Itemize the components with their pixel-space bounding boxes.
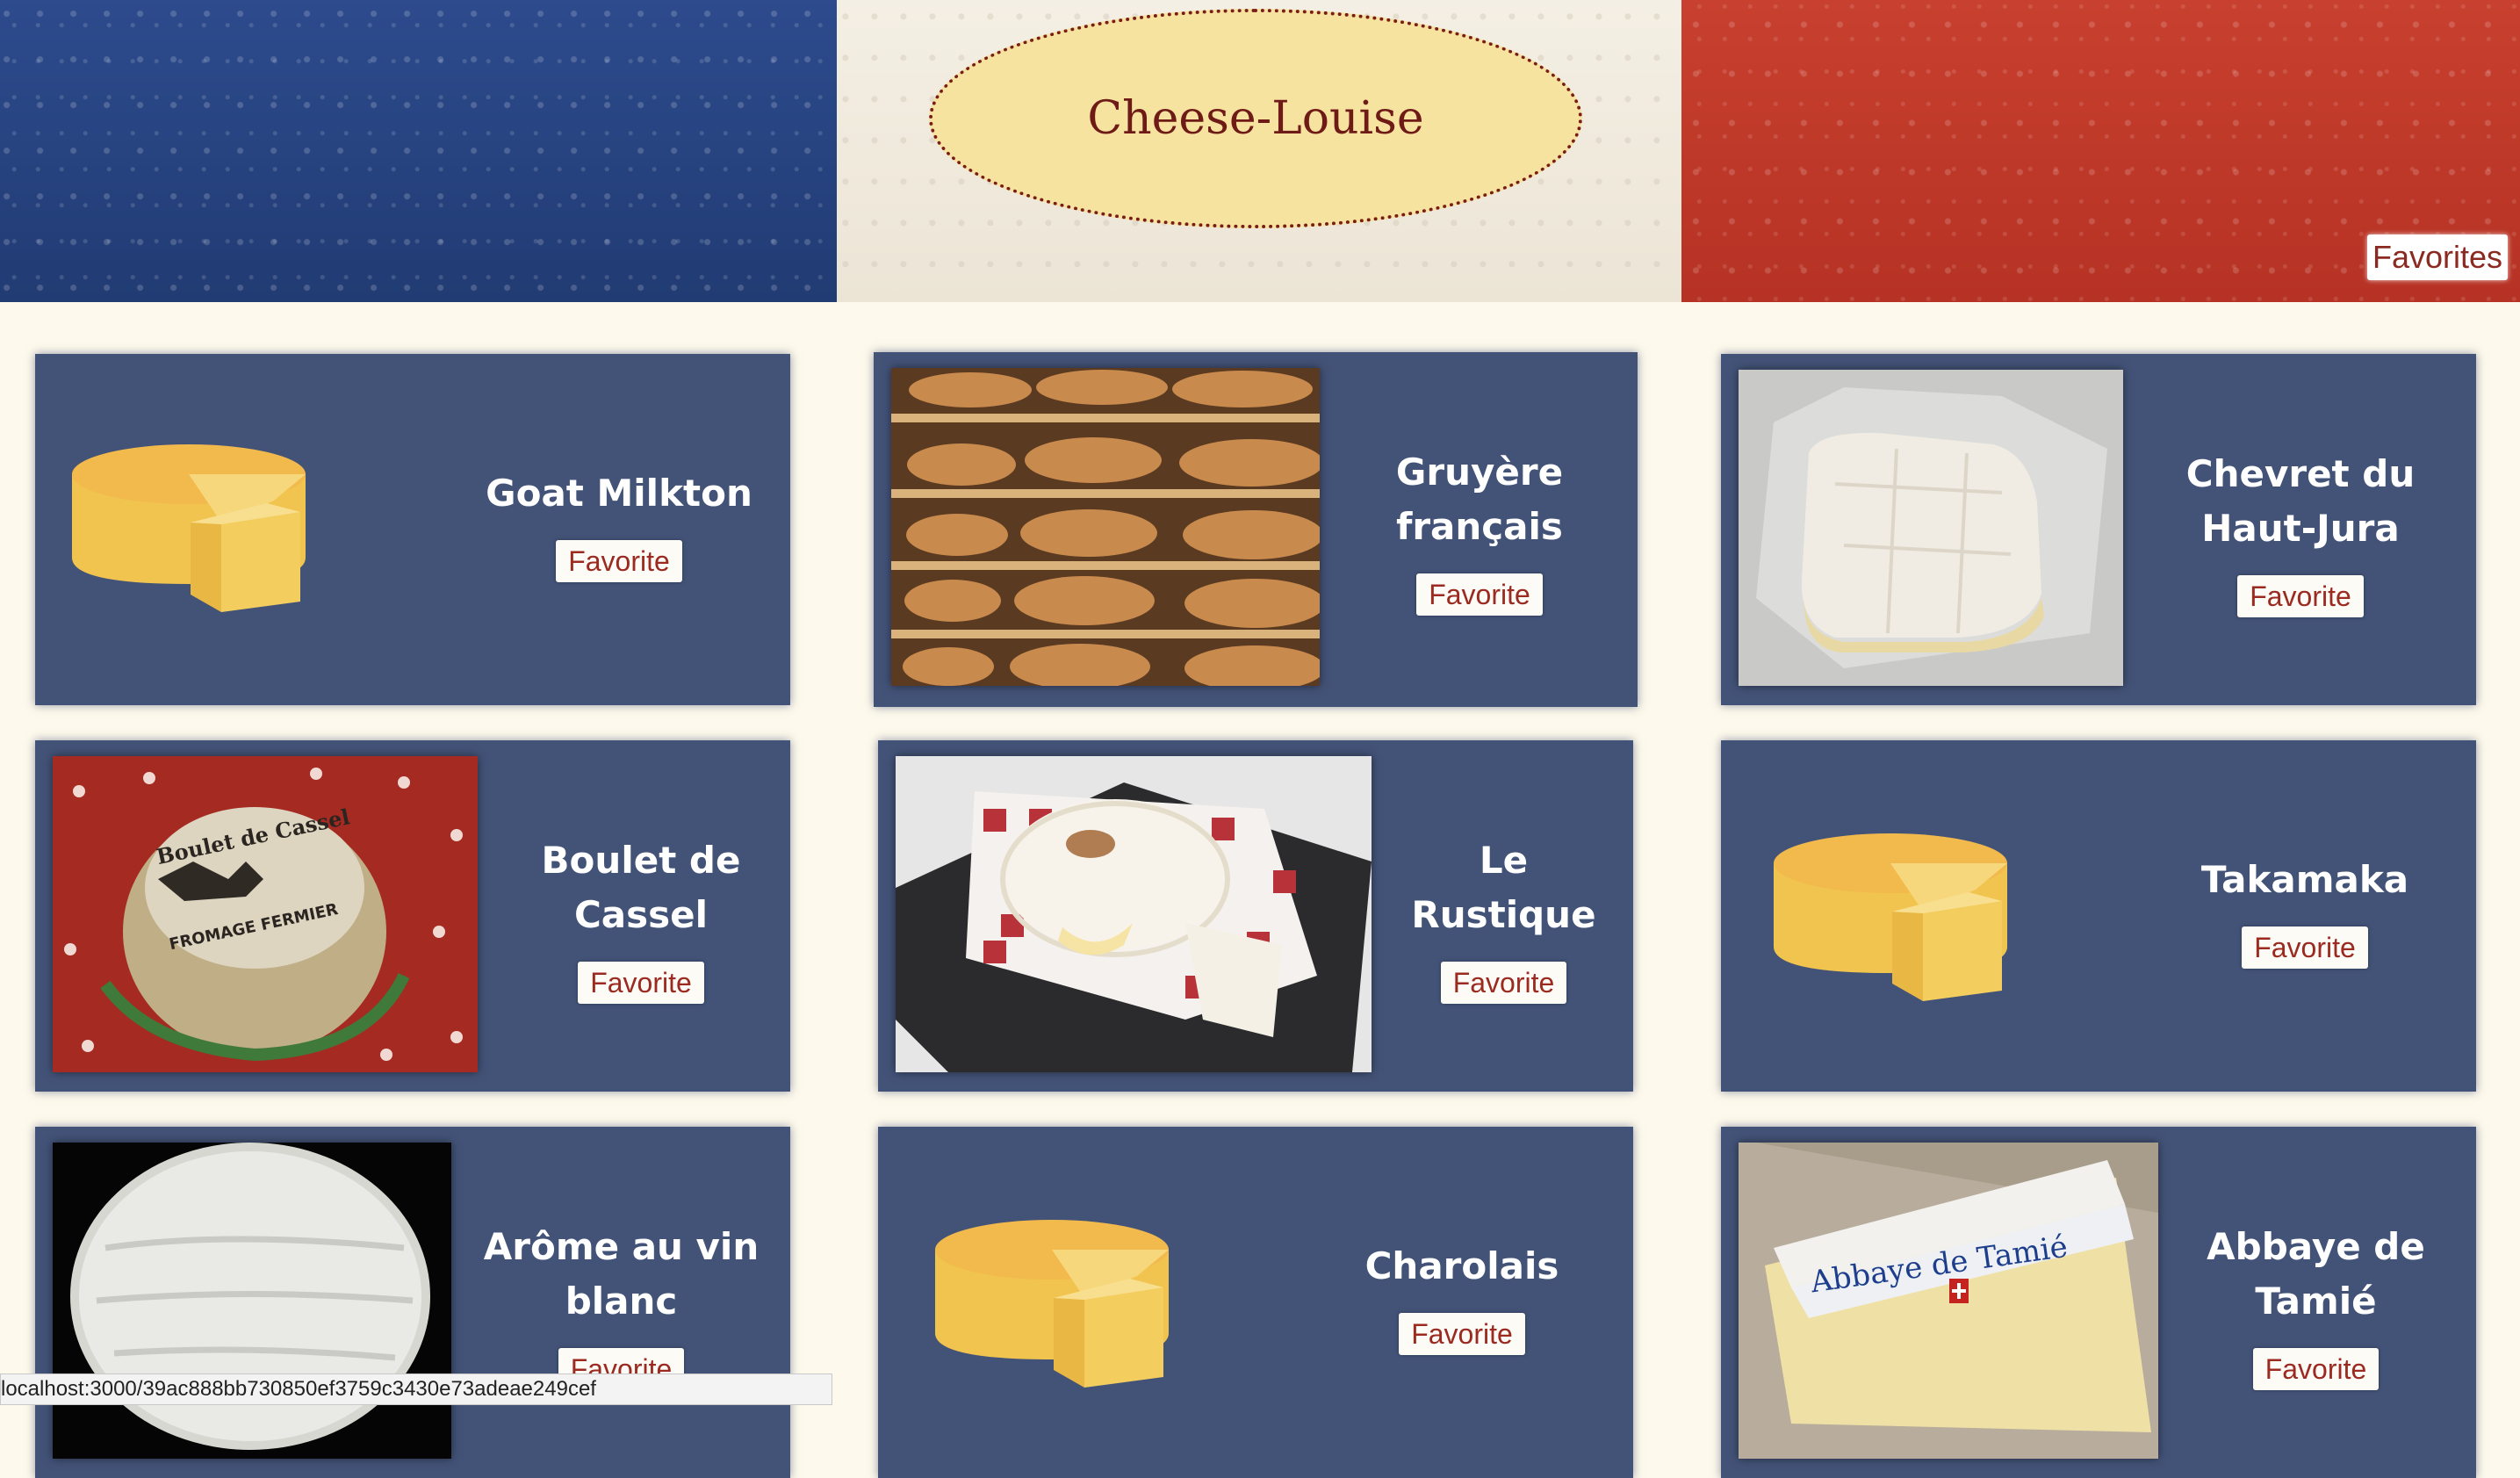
- cheese-card: Gruyère français Favorite: [874, 352, 1638, 707]
- browser-status-bar: localhost:3000/39ac888bb730850ef3759c343…: [0, 1373, 832, 1405]
- favorite-button[interactable]: Favorite: [2237, 575, 2364, 617]
- cheese-name: Rustique: [1411, 893, 1596, 936]
- favorite-button[interactable]: Favorite: [578, 962, 704, 1004]
- cheese-card: Takamaka Favorite: [1721, 740, 2476, 1092]
- chevret-photo: [1739, 370, 2123, 686]
- rustique-photo: [896, 756, 1372, 1072]
- cheese-name: Goat Milkton: [486, 472, 752, 515]
- favorite-button[interactable]: Favorite: [2242, 926, 2368, 969]
- cheese-name: Arôme au vin: [483, 1225, 760, 1268]
- cheese-name: Charolais: [1364, 1244, 1559, 1287]
- boulet-photo: Boulet de Cassel FROMAGE FERMIER: [53, 756, 478, 1072]
- cheese-card: Arôme au vin blanc Favorite: [35, 1127, 790, 1478]
- favorite-button[interactable]: Favorite: [1416, 573, 1543, 616]
- cheese-wheel-icon: [1774, 833, 2007, 1001]
- cheese-name: Gruyère: [1395, 451, 1564, 494]
- cheese-name: Abbaye de: [2207, 1225, 2425, 1268]
- logo-text: Cheese-Louise: [1087, 92, 1424, 145]
- favorite-button[interactable]: Favorite: [2252, 1348, 2380, 1390]
- cheese-card: Charolais Favorite: [878, 1127, 1633, 1478]
- favorite-button[interactable]: Favorite: [556, 540, 682, 582]
- cheese-card: Boulet de Cassel FROMAGE FERMIER Boulet …: [35, 740, 790, 1092]
- flag-stripe-blue: [0, 0, 837, 302]
- cheese-wheel-icon: [935, 1220, 1169, 1388]
- cheese-name: Takamaka: [2200, 858, 2409, 901]
- cheese-name: Tamié: [2255, 1280, 2377, 1323]
- cheese-card: Le Rustique Favorite: [878, 740, 1633, 1092]
- arome-photo: [53, 1143, 451, 1459]
- favorite-button[interactable]: Favorite: [1399, 1313, 1525, 1355]
- cheese-name: Chevret du: [2185, 452, 2416, 495]
- cheese-name: blanc: [565, 1280, 678, 1323]
- cheese-name: Le: [1479, 839, 1529, 882]
- gruyere-photo: [891, 368, 1320, 686]
- cheese-name: Haut-Jura: [2201, 507, 2400, 550]
- favorite-button[interactable]: Favorite: [1440, 962, 1567, 1004]
- cheese-name: Boulet de: [541, 839, 741, 882]
- favorites-nav-link[interactable]: Favorites: [2367, 234, 2509, 280]
- cheese-card: Chevret du Haut-Jura Favorite: [1721, 354, 2476, 705]
- cheese-name: Cassel: [573, 893, 709, 936]
- site-logo[interactable]: Cheese-Louise: [929, 9, 1582, 228]
- cheese-name: français: [1396, 505, 1563, 548]
- abbaye-photo: Abbaye de Tamié: [1739, 1143, 2158, 1459]
- cheese-wheel-icon: [72, 444, 306, 612]
- cheese-card: Abbaye de Tamié Abbaye de Tamié Favorite: [1721, 1127, 2476, 1478]
- cheese-card: Goat Milkton Favorite: [35, 354, 790, 705]
